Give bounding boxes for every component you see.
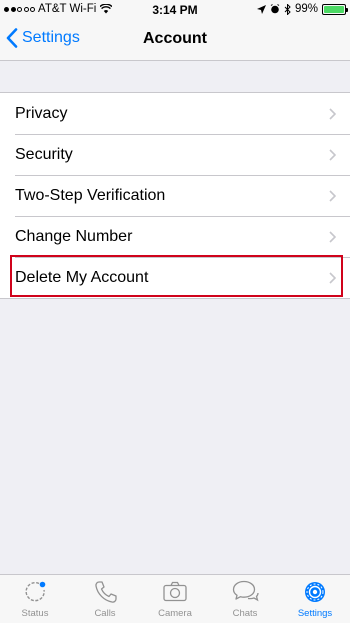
tab-label: Calls	[94, 608, 116, 619]
tab-chats[interactable]: Chats	[210, 575, 280, 623]
privacy-row[interactable]: Privacy	[0, 93, 350, 134]
battery-icon	[322, 3, 348, 15]
status-bar: AT&T Wi-Fi 3:14 PM 99%	[0, 0, 350, 20]
chevron-right-icon	[329, 272, 336, 284]
row-label: Two-Step Verification	[15, 186, 166, 204]
two-step-verification-row[interactable]: Two-Step Verification	[0, 175, 350, 216]
chevron-right-icon	[329, 190, 336, 202]
status-right: 99%	[256, 3, 348, 15]
delete-my-account-row[interactable]: Delete My Account	[0, 257, 350, 298]
account-options-list: Privacy Security Two-Step Verification C…	[0, 92, 350, 299]
phone-icon	[95, 581, 117, 603]
tab-label: Status	[21, 608, 49, 619]
chevron-right-icon	[329, 108, 336, 120]
back-button[interactable]: Settings	[6, 28, 80, 48]
row-label: Security	[15, 145, 73, 163]
location-arrow-icon	[256, 4, 266, 14]
tab-label: Settings	[297, 608, 333, 619]
bluetooth-icon	[284, 3, 291, 15]
chevron-right-icon	[329, 149, 336, 161]
row-label: Delete My Account	[15, 268, 149, 286]
tab-bar: Status Calls Camera Chats Settings	[0, 574, 350, 623]
tab-status[interactable]: Status	[0, 575, 70, 623]
tab-label: Camera	[158, 608, 192, 619]
security-row[interactable]: Security	[0, 134, 350, 175]
row-label: Privacy	[15, 104, 68, 122]
change-number-row[interactable]: Change Number	[0, 216, 350, 257]
back-button-label: Settings	[22, 29, 80, 46]
navigation-bar: Settings Account	[0, 20, 350, 61]
tab-camera[interactable]: Camera	[140, 575, 210, 623]
tab-settings[interactable]: Settings	[280, 575, 350, 623]
camera-icon	[163, 581, 187, 602]
chevron-right-icon	[329, 231, 336, 243]
tab-calls[interactable]: Calls	[70, 575, 140, 623]
alarm-icon	[270, 4, 280, 14]
status-icon	[25, 581, 46, 602]
row-label: Change Number	[15, 227, 133, 245]
chats-icon	[232, 580, 259, 602]
battery-percent: 99%	[294, 3, 318, 15]
chevron-left-icon	[6, 28, 18, 48]
tab-label: Chats	[232, 608, 258, 619]
gear-icon	[305, 582, 325, 602]
